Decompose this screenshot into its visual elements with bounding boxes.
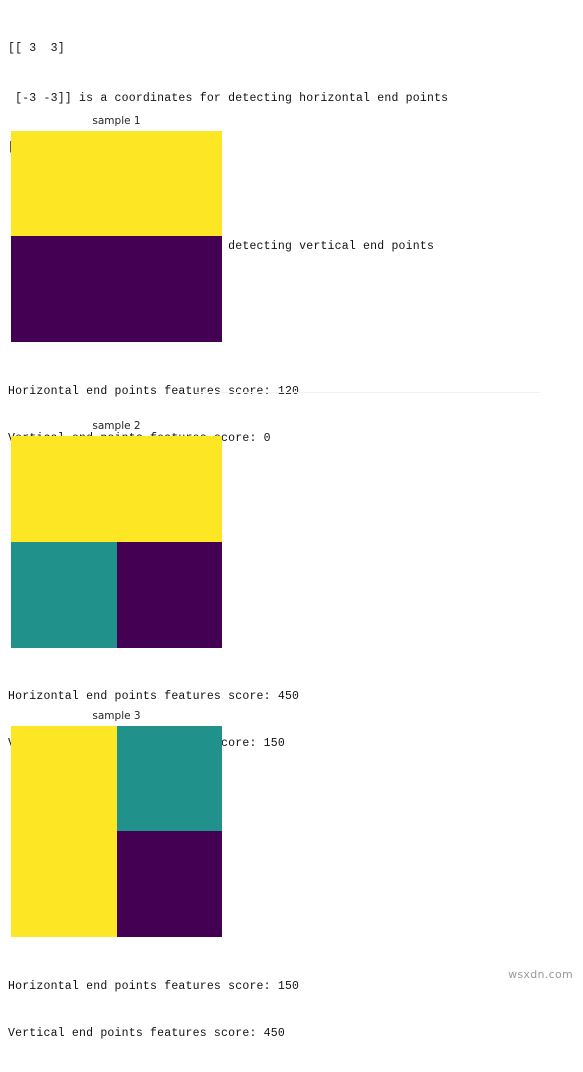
- watermark: wsxdn.com: [508, 968, 573, 981]
- figure-image-cell: [11, 726, 117, 831]
- figure-sample-3: sample 3 Horizontal end points features …: [0, 710, 583, 1040]
- figure-image-cell: [11, 542, 117, 648]
- figure-image-cell: [11, 831, 117, 937]
- figure-scores: Horizontal end points features score: 15…: [8, 948, 299, 1072]
- horizontal-score-text: Horizontal end points features score: 45…: [8, 690, 300, 703]
- figure-image-cell: [11, 131, 222, 236]
- scan-artifact-line: [195, 392, 540, 393]
- figure-image-sample-2: [11, 436, 222, 648]
- figure-sample-2: sample 2 Horizontal end points features …: [0, 420, 583, 750]
- figure-title: sample 3: [92, 710, 141, 722]
- figure-sample-1: sample 1 Horizontal end points features …: [0, 115, 583, 445]
- figure-image-sample-1: [11, 131, 222, 342]
- console-line: [[ 3 3]: [8, 42, 65, 55]
- figure-title: sample 1: [92, 115, 141, 127]
- console-line: [-3 -3]] is a coordinates for detecting …: [8, 91, 449, 105]
- figure-image-cell: [117, 831, 222, 937]
- figure-image-cell: [11, 236, 222, 342]
- figure-image-cell: [117, 436, 222, 542]
- figure-image-sample-3: [11, 726, 222, 937]
- vertical-score-text: Vertical end points features score: 450: [8, 1026, 285, 1040]
- figure-image-cell: [11, 436, 117, 542]
- figure-image-cell: [117, 726, 222, 831]
- figure-image-cell: [117, 542, 222, 648]
- figure-title: sample 2: [92, 420, 141, 432]
